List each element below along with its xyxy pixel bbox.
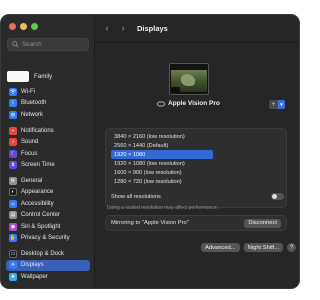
sidebar-item-label: Displays: [21, 262, 44, 268]
sidebar-item-label: Privacy & Security: [21, 235, 70, 241]
sidebar-item-label: Wallpaper: [21, 273, 48, 280]
screen-time-icon: ⧗: [9, 161, 17, 169]
page-title: Displays: [137, 24, 168, 33]
sidebar-group-network: Wi-Fi ᛒ Bluetooth ◍ Network: [6, 86, 90, 121]
add-display-button[interactable]: + ▼: [269, 100, 285, 109]
sidebar-item-sound[interactable]: ♪ Sound: [6, 137, 90, 148]
mirroring-label: Mirroring to "Apple Vision Pro": [111, 220, 189, 226]
close-button[interactable]: [9, 23, 16, 30]
window-controls: [9, 23, 38, 30]
notifications-icon: ▪: [9, 126, 17, 135]
displays-icon: ☀: [9, 261, 17, 269]
wifi-icon: [9, 87, 17, 96]
sidebar-item-siri-spotlight[interactable]: ◉ Siri & Spotlight: [6, 221, 90, 232]
back-chevron-icon[interactable]: ‹: [103, 23, 111, 34]
family-avatar: [7, 70, 29, 82]
sidebar-item-control-center[interactable]: ▤ Control Center: [6, 210, 90, 221]
night-shift-button[interactable]: Night Shift...: [243, 243, 284, 252]
minimize-button[interactable]: [20, 23, 27, 30]
sidebar-item-label: Notifications: [21, 127, 54, 134]
sound-icon: ♪: [9, 138, 17, 146]
resolution-option[interactable]: 1280 × 720 (low resolution): [111, 177, 213, 186]
sidebar-item-privacy-security[interactable]: ✋ Privacy & Security: [6, 233, 90, 244]
help-button[interactable]: ?: [287, 243, 297, 252]
display-badge-icon: [171, 87, 180, 92]
settings-window: Search Family Wi-Fi ᛒ Bluetooth ◍ Networ…: [0, 14, 300, 289]
sidebar-item-label: Wi-Fi: [21, 88, 35, 95]
sidebar-group-desktop: ▭ Desktop & Dock ☀ Displays ❀ Wallpaper: [6, 248, 90, 283]
accessibility-icon: ☺: [9, 199, 17, 208]
sidebar-item-label: Accessibility: [21, 200, 54, 207]
siri-icon: ◉: [9, 222, 17, 231]
show-all-resolutions-row: Show all resolutions: [111, 192, 284, 201]
show-all-resolutions-toggle[interactable]: [271, 193, 284, 200]
sidebar-item-wifi[interactable]: Wi-Fi: [6, 86, 90, 97]
sidebar-item-label: Screen Time: [21, 162, 55, 168]
bottom-buttons: Advanced... Night Shift... ?: [201, 243, 297, 252]
sidebar-group-notifications: ▪ Notifications ♪ Sound ☾ Focus ⧗ Screen…: [6, 125, 90, 171]
mirroring-row: Mirroring to "Apple Vision Pro" Disconne…: [105, 215, 287, 231]
vision-pro-icon: [157, 101, 165, 106]
wallpaper-icon: ❀: [9, 272, 17, 281]
sidebar-item-accessibility[interactable]: ☺ Accessibility: [6, 198, 90, 209]
sidebar-item-screen-time[interactable]: ⧗ Screen Time: [6, 160, 90, 171]
sidebar-item-general[interactable]: ⚙ General: [6, 175, 90, 186]
resolution-option[interactable]: 1920 × 1080 (low resolution): [111, 159, 213, 168]
sidebar-item-wallpaper[interactable]: ❀ Wallpaper: [6, 271, 90, 282]
resolution-option[interactable]: 2560 × 1440 (Default): [111, 141, 213, 150]
performance-note: Using a scaled resolution may affect per…: [107, 205, 219, 211]
forward-chevron-icon[interactable]: ›: [119, 23, 127, 34]
device-name: Apple Vision Pro: [157, 100, 220, 107]
zoom-button[interactable]: [31, 23, 38, 30]
resolution-option-selected[interactable]: 1920 × 1080: [111, 150, 213, 159]
sidebar-item-focus[interactable]: ☾ Focus: [6, 148, 90, 159]
toolbar: ‹ › Displays: [95, 15, 299, 43]
sidebar-item-label: Bluetooth: [21, 100, 47, 106]
resolution-panel: 3840 × 2160 (low resolution) 2560 × 1440…: [105, 128, 287, 208]
sidebar-item-displays[interactable]: ☀ Displays: [6, 259, 90, 271]
sidebar-item-label: Network: [21, 111, 44, 118]
sidebar-item-label: Siri & Spotlight: [21, 223, 61, 230]
bluetooth-icon: ᛒ: [9, 99, 17, 107]
sidebar-item-network[interactable]: ◍ Network: [6, 109, 90, 120]
sidebar-item-label: Focus: [21, 150, 38, 157]
sidebar-group-general: ⚙ General ◐ Appearance ☺ Accessibility ▤…: [6, 175, 90, 244]
main-pane: ‹ › Displays Apple Vision Pro + ▼ 3840 ×…: [95, 15, 299, 288]
resolution-list[interactable]: 3840 × 2160 (low resolution) 2560 × 1440…: [111, 132, 213, 186]
sidebar-item-label: General: [21, 177, 43, 184]
desktop-dock-icon: ▭: [9, 249, 17, 258]
search-placeholder: Search: [22, 41, 42, 48]
show-all-resolutions-label: Show all resolutions: [111, 193, 161, 200]
plus-icon: +: [271, 101, 276, 108]
disconnect-button[interactable]: Disconnect: [244, 218, 281, 228]
sidebar: Search Family Wi-Fi ᛒ Bluetooth ◍ Networ…: [1, 15, 95, 288]
chevron-down-icon: ▼: [278, 100, 285, 109]
sidebar-item-desktop-dock[interactable]: ▭ Desktop & Dock: [6, 248, 90, 259]
family-label: Family: [34, 72, 53, 80]
network-icon: ◍: [9, 110, 17, 119]
sidebar-item-bluetooth[interactable]: ᛒ Bluetooth: [6, 98, 90, 109]
sidebar-item-label: Control Center: [21, 212, 61, 218]
device-name-label: Apple Vision Pro: [168, 100, 220, 107]
sidebar-item-family[interactable]: Family: [7, 70, 89, 82]
search-input[interactable]: Search: [7, 38, 89, 51]
display-thumbnail[interactable]: [169, 63, 209, 95]
control-center-icon: ▤: [9, 211, 17, 219]
sidebar-item-label: Appearance: [21, 189, 54, 195]
focus-icon: ☾: [9, 149, 17, 158]
resolution-option[interactable]: 1600 × 900 (low resolution): [111, 168, 213, 177]
sidebar-item-label: Desktop & Dock: [21, 250, 65, 257]
gear-icon: ⚙: [9, 176, 17, 185]
sidebar-item-label: Sound: [21, 139, 39, 145]
search-icon: [12, 41, 19, 48]
resolution-option[interactable]: 3840 × 2160 (low resolution): [111, 132, 213, 141]
sidebar-item-appearance[interactable]: ◐ Appearance: [6, 187, 90, 198]
appearance-icon: ◐: [9, 188, 17, 196]
privacy-icon: ✋: [9, 234, 17, 242]
advanced-button[interactable]: Advanced...: [201, 243, 240, 252]
sidebar-item-notifications[interactable]: ▪ Notifications: [6, 125, 90, 136]
